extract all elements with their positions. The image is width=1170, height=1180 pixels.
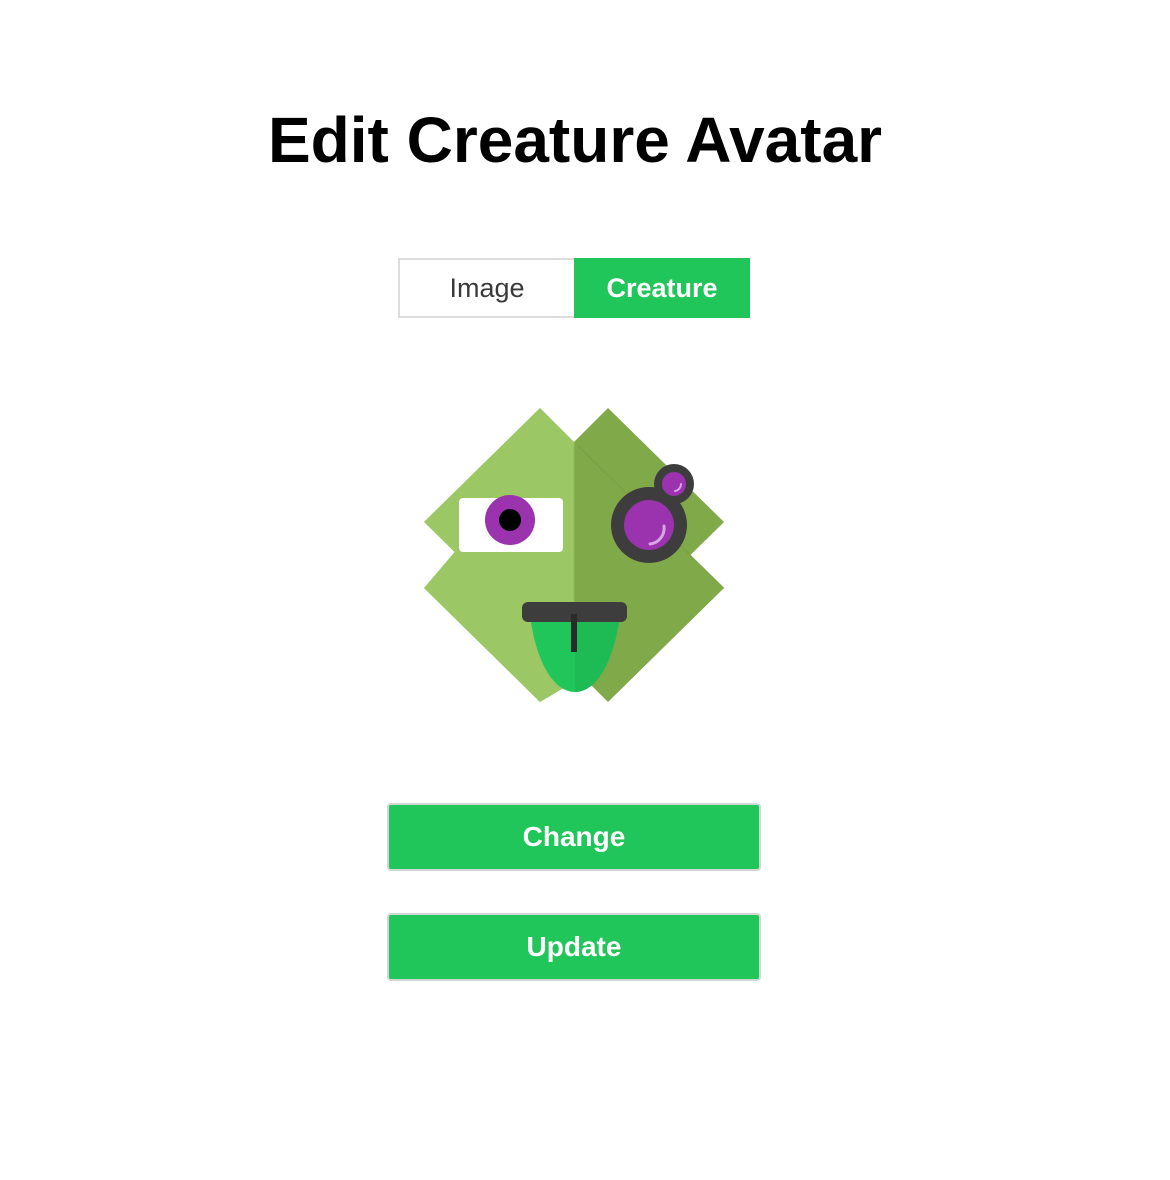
right-goggle-lens <box>624 500 674 550</box>
small-goggle-lens <box>662 472 686 496</box>
creature-avatar-icon <box>424 408 725 702</box>
tongue-line <box>571 614 577 652</box>
avatar-type-toggle: Image Creature <box>398 258 750 318</box>
change-button[interactable]: Change <box>387 803 761 871</box>
update-button[interactable]: Update <box>387 913 761 981</box>
page-title: Edit Creature Avatar <box>267 104 883 176</box>
tab-creature[interactable]: Creature <box>574 258 750 318</box>
left-eye-pupil <box>499 509 521 531</box>
tab-image[interactable]: Image <box>398 258 574 318</box>
